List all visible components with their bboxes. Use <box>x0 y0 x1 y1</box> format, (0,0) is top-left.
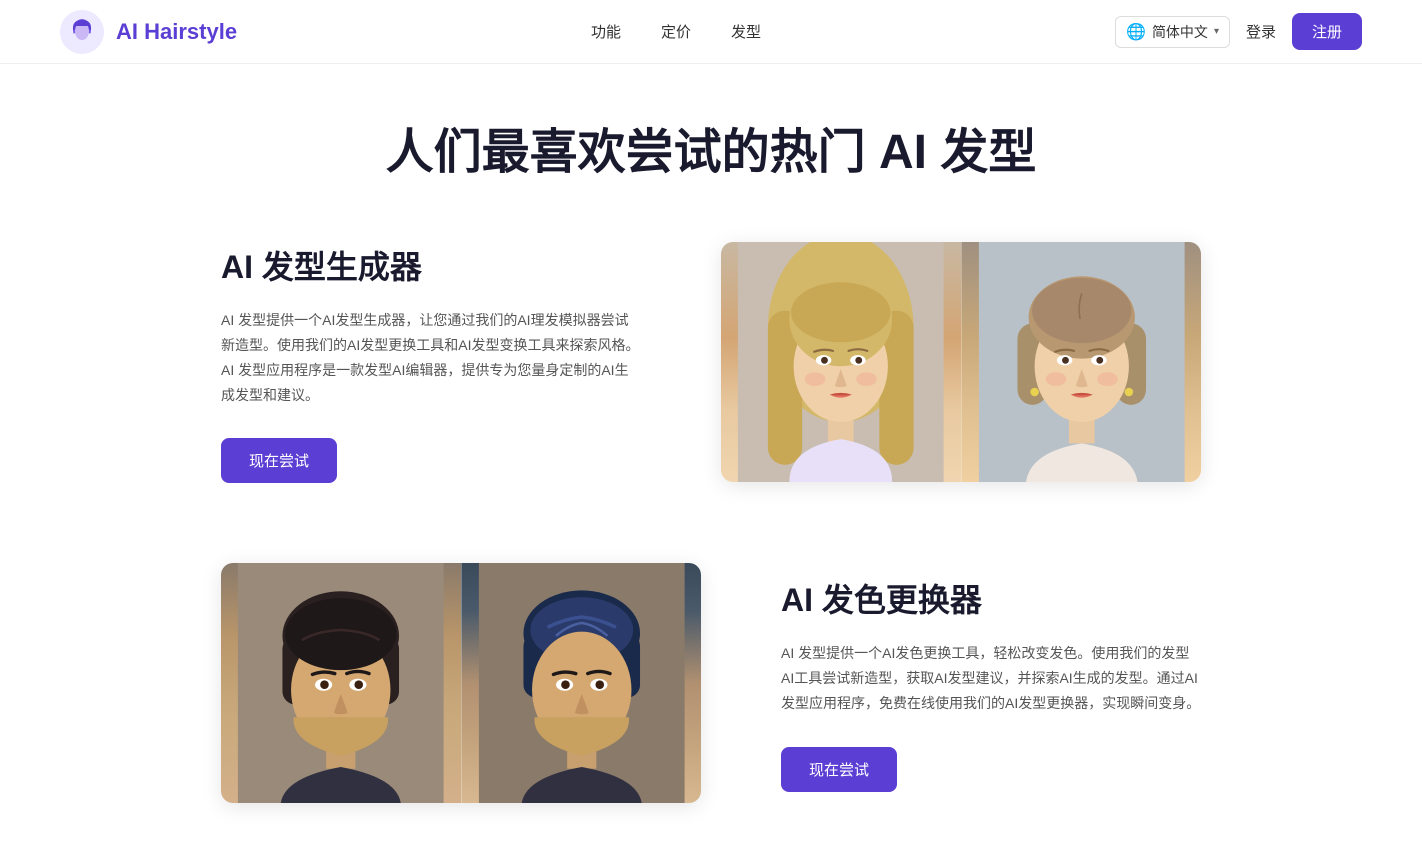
brand-logo-area: AI Hairstyle <box>60 10 237 54</box>
section1-image-before <box>721 242 961 482</box>
section1-heading: AI 发型生成器 <box>221 242 641 288</box>
language-label: 简体中文 <box>1152 22 1208 42</box>
section2-cta-button[interactable]: 现在尝试 <box>781 747 897 792</box>
language-selector[interactable]: 🌐 简体中文 ▾ <box>1115 16 1230 48</box>
section2-description: AI 发型提供一个AI发色更换工具，轻松改变发色。使用我们的发型AI工具尝试新造… <box>781 641 1201 717</box>
section1-image-after <box>961 242 1202 482</box>
section2-image-before <box>221 563 461 803</box>
nav-pricing[interactable]: 定价 <box>661 21 691 42</box>
nav-hairstyle[interactable]: 发型 <box>731 21 761 42</box>
brand-name: AI Hairstyle <box>116 19 237 45</box>
section-hairstyle-generator: AI 发型生成器 AI 发型提供一个AI发型生成器，让您通过我们的AI理发模拟器… <box>0 202 1422 524</box>
section2-image-pair <box>221 563 701 803</box>
section2-heading: AI 发色更换器 <box>781 575 1201 621</box>
section1-description: AI 发型提供一个AI发型生成器，让您通过我们的AI理发模拟器尝试新造型。使用我… <box>221 308 641 409</box>
section2-text: AI 发色更换器 AI 发型提供一个AI发色更换工具，轻松改变发色。使用我们的发… <box>781 575 1201 792</box>
brand-logo-icon[interactable] <box>60 10 104 54</box>
man-after-svg <box>462 563 702 803</box>
hero-section: 人们最喜欢尝试的热门 AI 发型 <box>0 64 1422 202</box>
section1-cta-button[interactable]: 现在尝试 <box>221 438 337 483</box>
hero-title: 人们最喜欢尝试的热门 AI 发型 <box>20 124 1402 182</box>
login-button[interactable]: 登录 <box>1246 21 1276 42</box>
woman-before-svg <box>721 242 961 482</box>
woman-after-svg <box>962 242 1202 482</box>
section-hair-color: AI 发色更换器 AI 发型提供一个AI发色更换工具，轻松改变发色。使用我们的发… <box>0 523 1422 843</box>
register-button[interactable]: 注册 <box>1292 13 1362 50</box>
chevron-down-icon: ▾ <box>1214 26 1219 37</box>
nav-features[interactable]: 功能 <box>591 21 621 42</box>
nav-links: 功能 定价 发型 <box>591 21 761 42</box>
section2-image-after <box>461 563 702 803</box>
navbar-actions: 🌐 简体中文 ▾ 登录 注册 <box>1115 13 1362 50</box>
section1-text: AI 发型生成器 AI 发型提供一个AI发型生成器，让您通过我们的AI理发模拟器… <box>221 242 641 484</box>
globe-icon: 🌐 <box>1126 22 1146 42</box>
section1-image-pair <box>721 242 1201 482</box>
man-before-svg <box>221 563 461 803</box>
navbar: AI Hairstyle 功能 定价 发型 🌐 简体中文 ▾ 登录 注册 <box>0 0 1422 64</box>
